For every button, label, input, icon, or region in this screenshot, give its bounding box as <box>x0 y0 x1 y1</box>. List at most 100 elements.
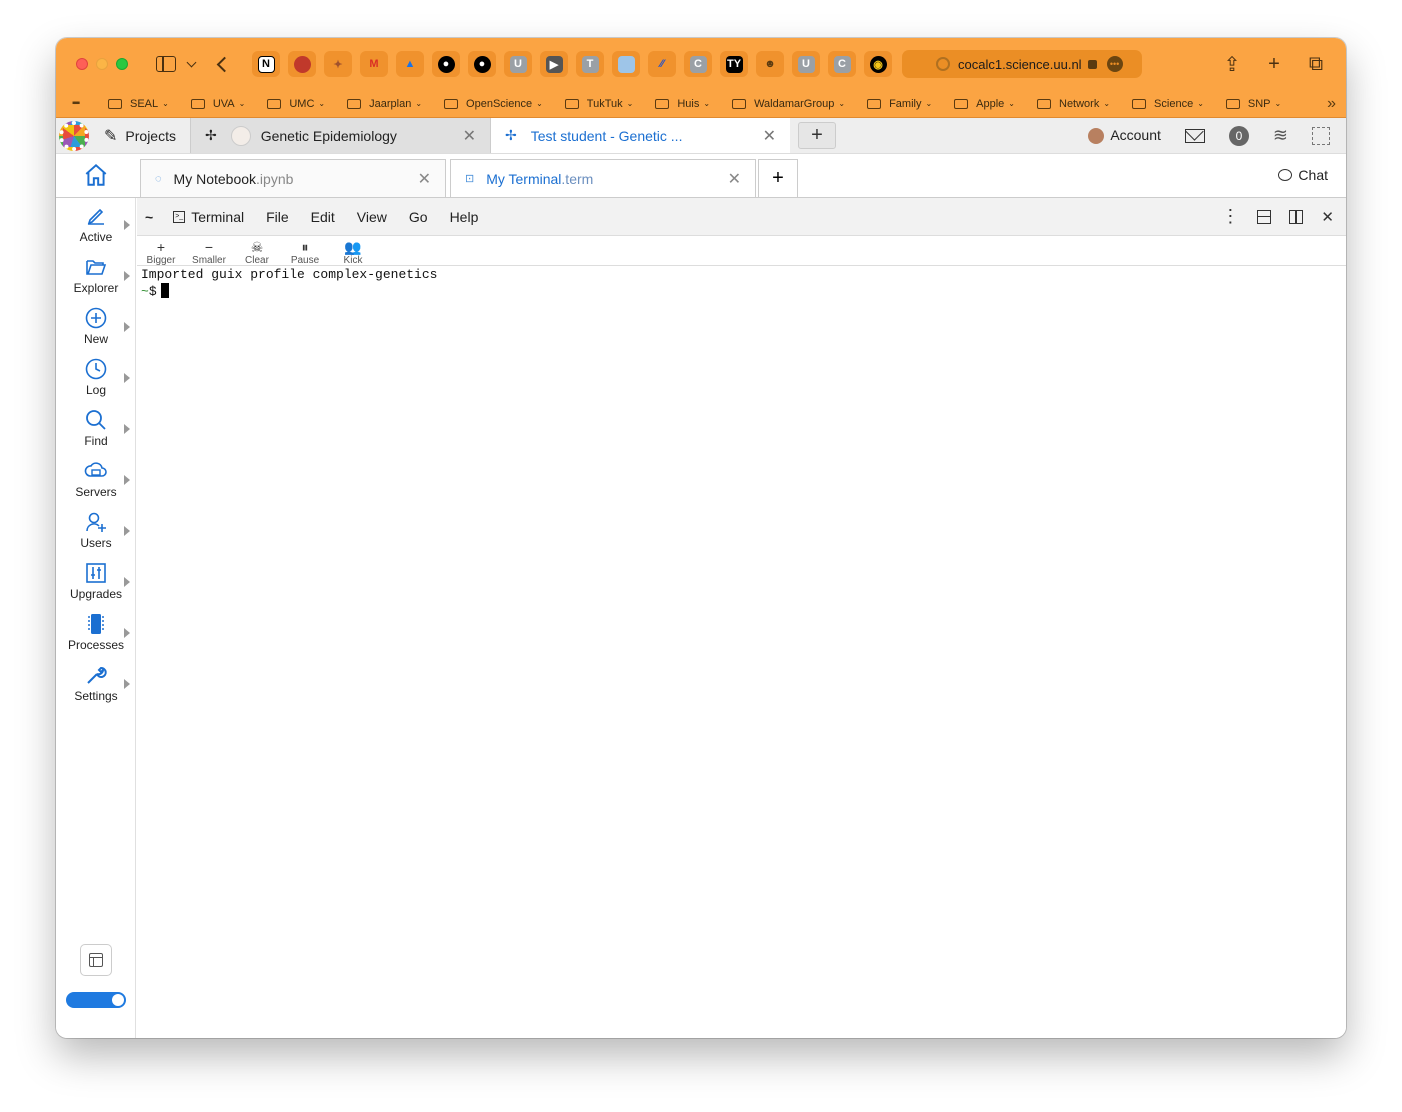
caret-right-icon[interactable] <box>124 373 130 383</box>
bookmark-folder[interactable]: Huis ⌄ <box>655 98 710 110</box>
path-tilde[interactable]: ~ <box>145 209 153 225</box>
bookmark-folder[interactable]: Jaarplan ⌄ <box>347 98 422 110</box>
menu-go[interactable]: Go <box>409 209 428 225</box>
caret-right-icon[interactable] <box>124 475 130 485</box>
wifi-icon[interactable]: ≋ <box>1273 125 1288 146</box>
favorite-notion-icon[interactable]: N <box>252 51 280 77</box>
favorite-c-icon[interactable]: C <box>828 51 856 77</box>
bookmark-folder[interactable]: SEAL ⌄ <box>108 98 169 110</box>
favorite-slash-icon[interactable]: ⁄⁄ <box>648 51 676 77</box>
bookmark-folder[interactable]: Apple ⌄ <box>954 98 1015 110</box>
terminal-output[interactable]: Imported guix profile complex-genetics ~… <box>137 266 1346 301</box>
smaller-button[interactable]: − Smaller <box>185 236 233 266</box>
favorite-drive-icon[interactable]: ▲ <box>396 51 424 77</box>
nav-active[interactable]: Active <box>56 200 136 251</box>
fullscreen-icon[interactable] <box>1312 126 1330 145</box>
file-tab-notebook[interactable]: ◌ My Notebook .ipynb ✕ <box>140 159 446 197</box>
nav-new[interactable]: New <box>56 302 136 353</box>
favorite-u-icon[interactable]: U <box>792 51 820 77</box>
close-icon[interactable]: ✕ <box>763 126 776 146</box>
caret-right-icon[interactable] <box>124 220 130 230</box>
mail-icon[interactable] <box>1184 128 1205 143</box>
new-file-tab-button[interactable]: + <box>758 159 798 197</box>
caret-right-icon[interactable] <box>124 322 130 332</box>
close-icon[interactable]: ✕ <box>418 169 431 189</box>
cocalc-logo[interactable] <box>56 118 92 153</box>
favorite-ravenclaw-icon[interactable] <box>288 51 316 77</box>
layout-button[interactable] <box>80 944 112 976</box>
menu-file[interactable]: File <box>266 209 289 225</box>
bookmark-folder[interactable]: Network ⌄ <box>1037 98 1110 110</box>
new-tab-icon[interactable]: + <box>1264 53 1284 76</box>
favorite-square-icon[interactable] <box>612 51 640 77</box>
bigger-button[interactable]: + Bigger <box>137 236 185 266</box>
close-icon[interactable]: ✕ <box>1321 208 1334 226</box>
home-button[interactable] <box>56 153 136 197</box>
menu-edit[interactable]: Edit <box>311 209 335 225</box>
nav-find[interactable]: Find <box>56 404 136 455</box>
close-window-button[interactable] <box>76 58 88 70</box>
more-vertical-icon[interactable]: ⋮ <box>1221 206 1239 227</box>
nav-explorer[interactable]: Explorer <box>56 251 136 302</box>
bookmark-folder[interactable]: WaldamarGroup ⌄ <box>732 98 845 110</box>
share-icon[interactable]: ⇪ <box>1222 52 1242 77</box>
menu-view[interactable]: View <box>357 209 387 225</box>
clear-button[interactable]: ☠ Clear <box>233 236 281 266</box>
bookmark-folder[interactable]: OpenScience ⌄ <box>444 98 543 110</box>
bookmark-folder[interactable]: UVA ⌄ <box>190 98 245 110</box>
caret-right-icon[interactable] <box>124 577 130 587</box>
caret-right-icon[interactable] <box>124 628 130 638</box>
caret-right-icon[interactable] <box>124 424 130 434</box>
split-horizontal-icon[interactable] <box>1257 209 1272 224</box>
favorite-u-icon[interactable]: U <box>504 51 532 77</box>
sidebar-toggle-icon[interactable] <box>156 56 176 72</box>
project-tab-genetic-epidemiology[interactable]: ✢ Genetic Epidemiology ✕ <box>189 118 490 153</box>
nav-upgrades[interactable]: Upgrades <box>56 557 136 608</box>
favorite-github-icon[interactable]: ● <box>432 51 460 77</box>
bookmark-folder[interactable]: SNP ⌄ <box>1225 98 1281 110</box>
nav-settings[interactable]: Settings <box>56 659 136 710</box>
nav-users[interactable]: Users <box>56 506 136 557</box>
menu-help[interactable]: Help <box>450 209 479 225</box>
project-tab-test-student[interactable]: ✢ Test student - Genetic ... ✕ <box>489 118 790 153</box>
caret-right-icon[interactable] <box>124 271 130 281</box>
favorite-c-icon[interactable]: C <box>684 51 712 77</box>
bookmark-folder[interactable]: UMC ⌄ <box>267 98 325 110</box>
close-icon[interactable]: ✕ <box>463 126 476 146</box>
terminal-menu[interactable]: >_ Terminal <box>173 209 244 225</box>
chat-button[interactable]: Chat <box>1278 153 1328 197</box>
zoom-window-button[interactable] <box>116 58 128 70</box>
favorite-fox-icon[interactable]: ✦ <box>324 51 352 77</box>
favorite-gmail-icon[interactable]: M <box>360 51 388 77</box>
account-button[interactable]: Account <box>1088 127 1161 145</box>
favorite-arrow-icon[interactable]: ▶ <box>540 51 568 77</box>
kick-button[interactable]: 👥 Kick <box>329 236 377 266</box>
caret-right-icon[interactable] <box>124 679 130 689</box>
minimize-window-button[interactable] <box>96 58 108 70</box>
bookmark-folder[interactable]: Science ⌄ <box>1132 98 1204 110</box>
bookmark-folder[interactable]: TukTuk ⌄ <box>564 98 633 110</box>
file-tab-terminal[interactable]: ⊡ My Terminal .term ✕ <box>450 159 756 197</box>
favorite-t-icon[interactable]: T <box>576 51 604 77</box>
sidebar-toggle-switch[interactable] <box>66 992 126 1008</box>
favorite-ty-icon[interactable]: TY <box>720 51 748 77</box>
favorite-cat-icon[interactable]: ☻ <box>756 51 784 77</box>
nav-log[interactable]: Log <box>56 353 136 404</box>
favorite-circle-icon[interactable]: ◉ <box>864 51 892 77</box>
split-vertical-icon[interactable] <box>1289 209 1304 224</box>
grid-icon[interactable]: ▪▪▪▪ <box>72 98 86 109</box>
favorite-github-icon[interactable]: ● <box>468 51 496 77</box>
nav-processes[interactable]: Processes <box>56 608 136 659</box>
notifications-badge[interactable]: 0 <box>1228 125 1249 146</box>
pause-button[interactable]: ⏸ Pause <box>281 236 329 266</box>
add-project-tab-button[interactable]: + <box>797 122 836 149</box>
close-icon[interactable]: ✕ <box>728 169 741 189</box>
tab-overview-icon[interactable]: ⧉ <box>1306 53 1326 76</box>
more-icon[interactable]: ••• <box>1106 56 1123 72</box>
chevron-down-icon[interactable] <box>186 57 197 67</box>
address-bar[interactable]: cocalc1.science.uu.nl ••• <box>902 50 1142 78</box>
nav-servers[interactable]: Servers <box>56 455 136 506</box>
caret-right-icon[interactable] <box>124 526 130 536</box>
projects-button[interactable]: ✎ Projects <box>92 118 190 153</box>
back-icon[interactable] <box>216 56 233 72</box>
